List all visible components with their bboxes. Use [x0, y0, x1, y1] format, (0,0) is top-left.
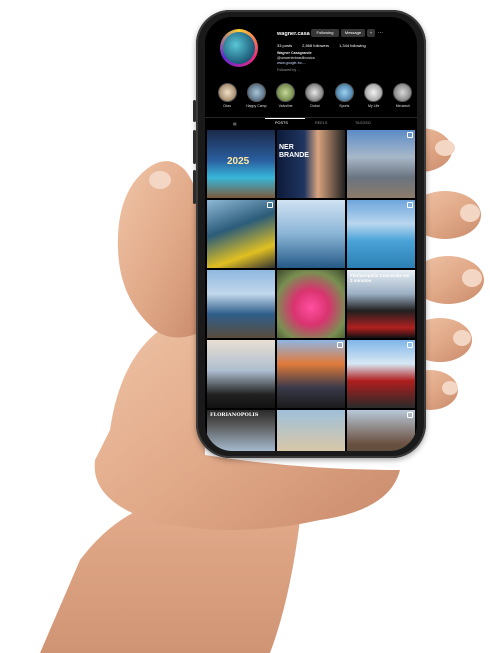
following-count[interactable]: 1,344 following — [339, 43, 366, 48]
post-tile[interactable]: 2025 — [207, 130, 275, 198]
bio-text: @umcerterbrasilinosica — [277, 56, 315, 60]
post-tile[interactable] — [277, 410, 345, 451]
profile-avatar[interactable] — [220, 29, 258, 67]
more-icon[interactable]: ··· — [378, 29, 383, 37]
posts-grid: 2025 NER BRANDE Florianópolis Concordia … — [207, 130, 415, 451]
story-highlights: Citas Happy Camp Valvoline Dubai Sports … — [217, 83, 413, 108]
posts-count: 33 posts — [277, 43, 293, 48]
post-tile[interactable] — [347, 340, 415, 408]
post-tile[interactable] — [347, 410, 415, 451]
tab-reels[interactable]: REELS — [315, 121, 327, 125]
message-button[interactable]: Message — [341, 29, 365, 37]
highlight-item[interactable]: Happy Camp — [246, 83, 267, 108]
post-tile[interactable]: FLORIANOPOLIS — [207, 410, 275, 451]
bio-link[interactable]: www.google-for-... — [277, 61, 306, 65]
post-tile[interactable] — [207, 270, 275, 338]
post-tile[interactable] — [347, 200, 415, 268]
highlight-item[interactable]: Dubai — [305, 83, 325, 108]
followers-count[interactable]: 2,568 followers — [302, 43, 329, 48]
post-tile[interactable] — [207, 340, 275, 408]
profile-tabs: ▦ POSTS REELS TAGGED — [205, 117, 417, 130]
post-tile[interactable] — [277, 340, 345, 408]
profile-header: wagner.casa Following Message + ··· 33 p… — [205, 17, 417, 137]
post-tile[interactable]: Florianópolis Concordia em 3 minutos — [347, 270, 415, 338]
highlight-item[interactable]: Meuseuh — [393, 83, 413, 108]
post-tile[interactable]: NER BRANDE — [277, 130, 345, 198]
instagram-screen: wagner.casa Following Message + ··· 33 p… — [205, 17, 417, 451]
highlight-item[interactable]: Citas — [217, 83, 237, 108]
add-user-icon[interactable]: + — [367, 29, 375, 37]
post-tile[interactable] — [277, 270, 345, 338]
post-tile[interactable] — [347, 130, 415, 198]
following-button[interactable]: Following — [311, 29, 339, 37]
tab-tagged[interactable]: TAGGED — [355, 121, 371, 125]
highlight-item[interactable]: Valvoline — [276, 83, 296, 108]
highlight-item[interactable]: Sports — [334, 83, 354, 108]
profile-username: wagner.casa — [277, 31, 310, 37]
tab-grid-icon[interactable]: ▦ — [233, 121, 237, 126]
post-tile[interactable] — [277, 200, 345, 268]
tab-posts[interactable]: POSTS — [275, 121, 288, 125]
followed-by[interactable]: Followed by ... — [277, 68, 300, 72]
bio-name: Wagner Casagrande — [277, 51, 312, 55]
post-tile[interactable] — [207, 200, 275, 268]
profile-stats: 33 posts 2,568 followers 1,344 following — [277, 43, 366, 48]
highlight-item[interactable]: My Life — [364, 83, 384, 108]
